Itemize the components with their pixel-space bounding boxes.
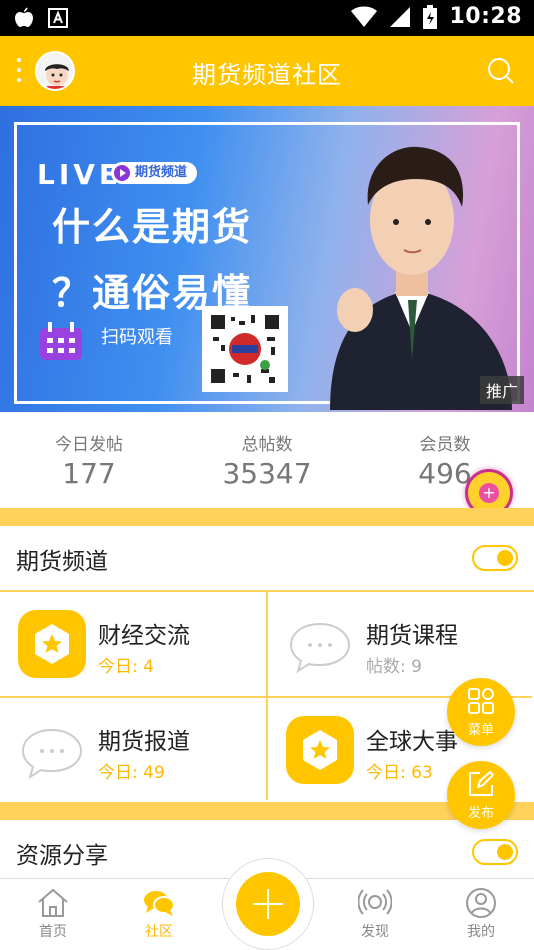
play-icon: [114, 165, 130, 181]
nav-label: 社区: [145, 924, 173, 940]
banner-headline-1: 什么是期货: [52, 205, 253, 249]
app-header: 期货频道社区: [0, 36, 534, 106]
nav-item-me[interactable]: 我的: [428, 887, 534, 941]
home-icon: [38, 888, 68, 917]
section-toggle[interactable]: [472, 839, 518, 865]
search-button[interactable]: [486, 56, 516, 86]
menu-fab-button[interactable]: 菜单: [447, 678, 515, 746]
stats-panel: 今日发帖 177 总帖数 35347 会员数 496: [0, 412, 534, 508]
forum-item-finance[interactable]: 财经交流 今日: 4: [0, 592, 266, 696]
nav-label: 我的: [467, 924, 495, 940]
banner-channel-pill: 期货频道: [111, 162, 198, 184]
section-toggle[interactable]: [472, 545, 518, 571]
section-title: 期货频道: [16, 549, 108, 575]
stat-label: 总帖数: [241, 435, 293, 455]
section-divider: [0, 508, 534, 526]
forum-stat: 今日: 49: [98, 763, 165, 783]
ad-tag: 推广: [479, 376, 524, 404]
user-icon: [466, 888, 496, 918]
nav-item-discover[interactable]: 发现: [322, 887, 428, 941]
stat-label: 今日发帖: [55, 435, 123, 455]
stat-total-posts: 总帖数 35347: [178, 430, 356, 490]
section-header-futures: 期货频道: [0, 526, 534, 590]
presenter-photo: [330, 146, 512, 410]
stat-value: 177: [62, 457, 116, 490]
broadcast-icon: [358, 889, 392, 915]
search-icon: [488, 58, 514, 84]
status-bar: 10:28: [0, 0, 534, 36]
forum-name: 期货课程: [366, 623, 458, 649]
chat-bubble-icon: [21, 728, 83, 780]
star-badge-icon: [286, 716, 354, 784]
stat-today-posts: 今日发帖 177: [0, 430, 178, 490]
chat-bubble-icon: [289, 622, 351, 674]
edit-icon: [469, 771, 494, 796]
forum-name: 全球大事: [366, 729, 458, 755]
nav-item-home[interactable]: 首页: [0, 887, 106, 941]
forum-name: 财经交流: [98, 623, 190, 649]
battery-icon: [423, 4, 438, 29]
banner-live-text: LIVE: [37, 158, 123, 191]
nav-label: 发现: [361, 924, 389, 940]
calendar-icon: [40, 322, 82, 360]
fab-label: 发布: [467, 806, 494, 821]
fab-label: 菜单: [467, 723, 494, 738]
forum-stat: 帖数: 9: [366, 657, 422, 677]
status-time: 10:28: [449, 4, 522, 29]
forum-stat: 今日: 4: [98, 657, 154, 677]
nav-label: 首页: [39, 924, 67, 940]
grid-menu-icon: [468, 688, 494, 714]
star-badge-icon: [18, 610, 86, 678]
a-app-icon: [48, 8, 68, 28]
qr-code: [202, 306, 288, 392]
forum-stat: 今日: 63: [366, 763, 433, 783]
plus-icon: +: [479, 483, 499, 503]
banner-scan-text: 扫码观看: [101, 327, 173, 348]
nav-item-community[interactable]: 社区: [106, 887, 212, 941]
page-title: 期货频道社区: [192, 61, 342, 89]
stat-label: 会员数: [419, 435, 471, 455]
section-title: 资源分享: [16, 843, 108, 869]
apple-icon: [15, 7, 33, 27]
forum-name: 期货报道: [98, 729, 190, 755]
center-add-button[interactable]: [236, 872, 300, 936]
publish-fab-button[interactable]: 发布: [447, 761, 515, 829]
stat-value: 35347: [222, 457, 312, 490]
community-chat-icon: [144, 891, 175, 916]
wifi-icon: [351, 6, 378, 27]
forum-item-reports[interactable]: 期货报道 今日: 49: [0, 696, 266, 800]
signal-icon: [390, 6, 411, 27]
